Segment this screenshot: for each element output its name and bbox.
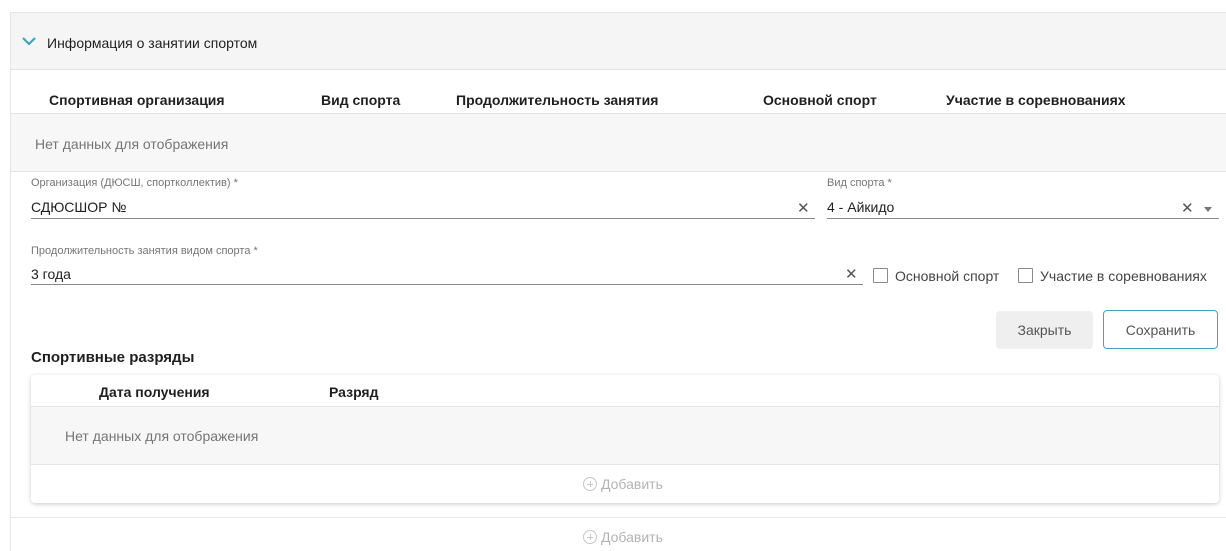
add-rank-button[interactable]: Добавить — [583, 476, 663, 492]
add-sport-label: Добавить — [601, 529, 663, 545]
empty-message: Нет данных для отображения — [65, 428, 259, 444]
empty-message: Нет данных для отображения — [35, 136, 229, 152]
main-sport-label[interactable]: Основной спорт — [895, 268, 999, 284]
competitions-label[interactable]: Участие в соревнованиях — [1040, 268, 1207, 284]
ranks-title: Спортивные разряды — [31, 349, 195, 366]
ranks-table-header: Дата получения Разряд — [31, 375, 1219, 407]
column-date-received[interactable]: Дата получения — [99, 384, 210, 400]
plus-circle-icon — [583, 477, 597, 491]
section-header[interactable]: Информация о занятии спортом — [11, 13, 1226, 70]
caret-down-icon[interactable] — [1204, 207, 1212, 212]
close-icon[interactable]: ✕ — [1181, 201, 1194, 216]
sports-table-empty-row: Нет данных для отображения — [11, 114, 1226, 172]
organization-input[interactable]: СДЮСШОР № — [31, 199, 126, 215]
competitions-checkbox[interactable] — [1018, 268, 1033, 283]
plus-circle-icon — [583, 530, 597, 544]
organization-label: Организация (ДЮСШ, спортколлектив) * — [31, 177, 238, 189]
sports-table-header: Спортивная организация Вид спорта Продол… — [11, 70, 1226, 114]
column-competitions[interactable]: Участие в соревнованиях — [946, 92, 1126, 108]
close-button[interactable]: Закрыть — [996, 311, 1093, 349]
main-sport-checkbox[interactable] — [873, 268, 888, 283]
ranks-table: Дата получения Разряд Нет данных для ото… — [31, 375, 1219, 503]
section-title: Информация о занятии спортом — [47, 35, 258, 51]
sport-type-underline — [827, 218, 1219, 219]
add-sport-button[interactable]: Добавить — [583, 529, 663, 545]
chevron-down-icon[interactable] — [21, 35, 37, 47]
add-rank-label: Добавить — [601, 476, 663, 492]
close-icon[interactable]: ✕ — [797, 201, 810, 216]
column-main-sport[interactable]: Основной спорт — [763, 92, 877, 108]
column-sport-organization[interactable]: Спортивная организация — [49, 92, 225, 108]
duration-input[interactable]: 3 года — [31, 266, 71, 282]
sports-info-panel: Информация о занятии спортом Спортивная … — [10, 12, 1226, 551]
save-button[interactable]: Сохранить — [1103, 310, 1218, 349]
column-rank[interactable]: Разряд — [329, 384, 379, 400]
ranks-table-empty-row: Нет данных для отображения — [31, 407, 1219, 465]
divider — [11, 517, 1226, 518]
column-duration[interactable]: Продолжительность занятия — [456, 92, 658, 108]
duration-label: Продолжительность занятия видом спорта * — [31, 245, 258, 257]
duration-underline — [31, 284, 863, 285]
organization-underline — [31, 218, 815, 219]
sport-type-select[interactable]: 4 - Айкидо — [827, 199, 894, 215]
close-icon[interactable]: ✕ — [845, 267, 858, 282]
ranks-add-row: Добавить — [31, 465, 1219, 503]
column-sport-type[interactable]: Вид спорта — [321, 92, 400, 108]
sport-type-label: Вид спорта * — [827, 177, 892, 189]
